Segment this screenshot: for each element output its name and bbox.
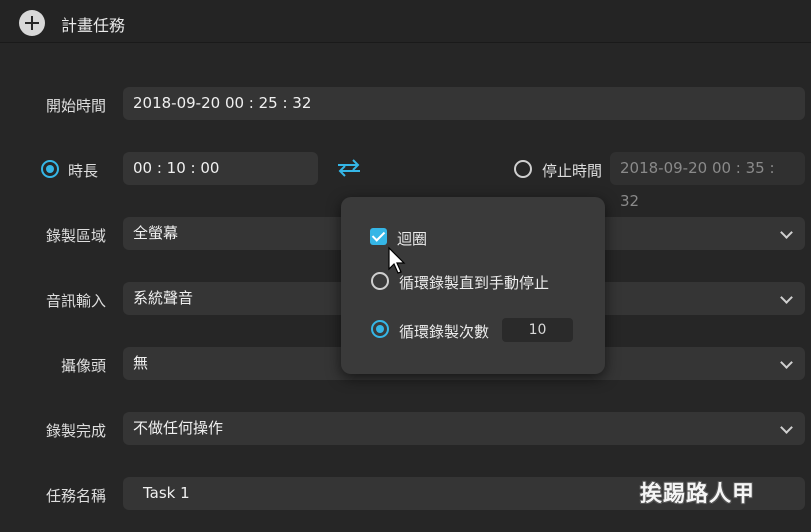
- duration-label: 時長: [68, 162, 99, 180]
- record-complete-label: 錄製完成: [46, 422, 107, 440]
- stop-time-radio[interactable]: [514, 160, 532, 178]
- swap-icon[interactable]: [334, 156, 364, 180]
- chevron-down-icon: [780, 421, 793, 434]
- stop-time-label: 停止時間: [542, 162, 603, 180]
- window-title: 計畫任務: [61, 16, 126, 35]
- watermark: 挨踢路人甲: [640, 481, 756, 507]
- camera-label: 攝像頭: [61, 357, 107, 375]
- title-bar: 計畫任務: [0, 0, 811, 43]
- stop-time-input[interactable]: 2018-09-20 00 : 35 : 32: [610, 152, 805, 210]
- duration-radio[interactable]: [41, 160, 59, 178]
- chevron-down-icon: [780, 356, 793, 369]
- chevron-down-icon: [780, 226, 793, 239]
- record-area-label: 錄製區域: [46, 227, 107, 245]
- loop-count-radio[interactable]: [371, 320, 389, 338]
- loop-count-label: 循環錄製次數: [399, 323, 490, 341]
- loop-popup: 迴圈 循環錄製直到手動停止 循環錄製次數 10: [341, 197, 605, 374]
- duration-input[interactable]: 00 : 10 : 00: [123, 152, 318, 185]
- loop-until-manual-label: 循環錄製直到手動停止: [399, 274, 550, 292]
- mouse-cursor-icon: [388, 246, 406, 274]
- loop-count-input[interactable]: 10: [502, 318, 573, 342]
- add-icon[interactable]: [19, 10, 45, 36]
- chevron-down-icon: [780, 291, 793, 304]
- start-time-input[interactable]: 2018-09-20 00 : 25 : 32: [123, 87, 805, 120]
- task-name-label: 任務名稱: [46, 487, 107, 505]
- record-complete-select[interactable]: 不做任何操作: [123, 412, 805, 445]
- start-time-label: 開始時間: [46, 97, 107, 115]
- loop-checkbox[interactable]: [370, 228, 387, 245]
- audio-input-label: 音訊輸入: [46, 292, 107, 310]
